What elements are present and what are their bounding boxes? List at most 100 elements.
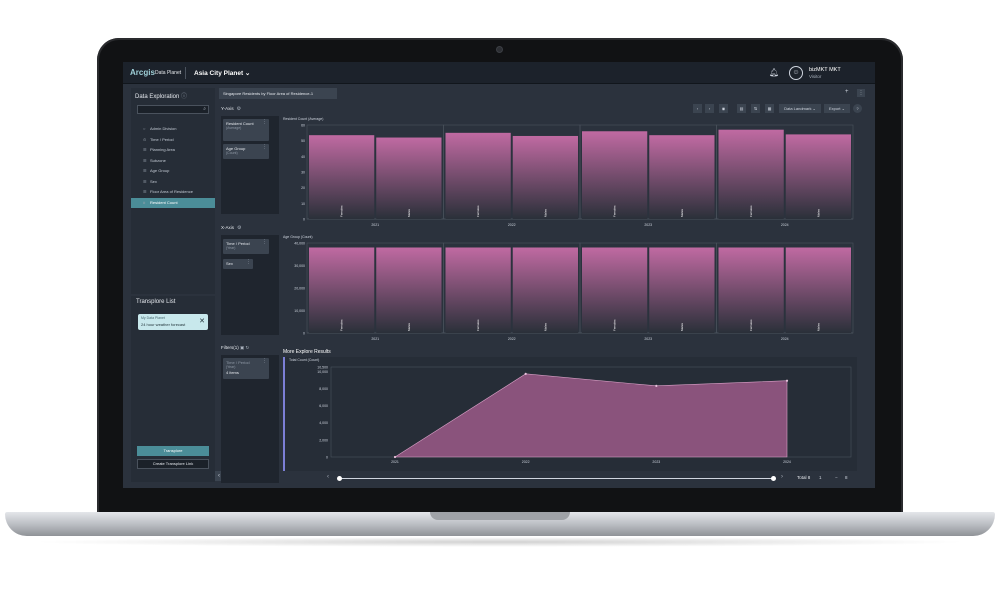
scroll-handle-start[interactable] — [337, 476, 342, 481]
more-vertical-icon[interactable]: ⋮ — [262, 240, 267, 245]
help-button[interactable]: ? — [853, 104, 862, 113]
data-landmark-dropdown[interactable]: Data Landmark ⌄ — [779, 104, 821, 113]
project-selector[interactable]: Asia City Planet ⌄ — [194, 69, 250, 77]
y-tick-label: 20,000 — [294, 287, 305, 291]
y-axis-chip-age-group[interactable]: Age Group (Count) ⋮ — [223, 144, 269, 159]
export-dropdown[interactable]: Export ⌄ — [824, 104, 850, 113]
y-tick-label: 60 — [301, 124, 305, 128]
sidebar-item-resident-count[interactable]: # Resident Count — [131, 197, 215, 208]
bar-category-label: Females — [340, 205, 344, 217]
dimension-tree: ○ Admin Division ⊙ Time / Period ☰ Planning A… — [131, 124, 215, 208]
more-vertical-icon[interactable]: ⋮ — [246, 260, 251, 265]
bar-category-label: Females — [476, 205, 480, 217]
y-tick-label: 20 — [301, 186, 305, 190]
search-icon[interactable]: ⌕ — [203, 106, 206, 112]
data-exploration-panel: Data Exploration ⓘ ⌕ ○ Admin Division ⊙ Tim… — [131, 88, 215, 294]
app-logo[interactable]: Arcgis — [130, 68, 155, 77]
y-tick-label: 8,000 — [319, 387, 328, 391]
scroll-track[interactable] — [339, 478, 773, 479]
sidebar-item-admin-division[interactable]: ○ Admin Division — [131, 124, 215, 135]
avatar[interactable]: ☺ — [789, 66, 803, 80]
gear-icon[interactable]: ⚙ — [237, 106, 241, 112]
table-icon[interactable]: ▦ — [765, 104, 774, 113]
x-axis-drop-zone[interactable]: Time / Period (Year) ⋮ Sex ⋮ — [221, 235, 279, 335]
x-group-label: 2023 — [644, 223, 652, 227]
transplore-card-title: 24 hour weather forecast — [141, 322, 186, 327]
app-logo-subtitle: Data Planet — [155, 70, 182, 76]
dimension-icon: ☰ — [143, 189, 147, 194]
gear-icon[interactable]: ⚙ — [237, 225, 241, 231]
reset-icon[interactable]: ↻ — [246, 345, 250, 350]
x-axis-label: X-Axis ⚙ — [221, 225, 242, 231]
filters-drop-zone[interactable]: Time / Period (Year) 4 items ⋮ — [221, 355, 279, 483]
lightbulb-icon[interactable]: ◉ — [719, 104, 728, 113]
x-axis-chip-sex[interactable]: Sex ⋮ — [223, 259, 253, 269]
x-axis-chip-time-period[interactable]: Time / Period (Year) ⋮ — [223, 239, 269, 254]
tab-bar: Singapore Residents by Floor Area of Res… — [219, 86, 869, 100]
tab-more-button[interactable]: ⋮ — [857, 89, 865, 97]
laptop-frame: Arcgis Data Planet Asia City Planet ⌄ 🔔︎… — [0, 0, 1000, 600]
chevron-right-icon[interactable]: › — [705, 104, 714, 113]
y-axis-drop-zone[interactable]: Resident Count (Average) ⋮ Age Group (Co… — [221, 116, 279, 214]
transplore-card[interactable]: My Data Planet 24 hour weather forecast … — [138, 314, 208, 330]
sidebar-item-age-group[interactable]: ☰ Age Group — [131, 166, 215, 177]
chart-age-group: Age Group (Count) 0 10,000 20,000 30,000 40,… — [283, 235, 857, 347]
more-vertical-icon[interactable]: ⋮ — [262, 145, 267, 150]
laptop-shadow — [30, 537, 970, 547]
sidebar-item-subzone[interactable]: ☰ Subzone — [131, 156, 215, 167]
bar-chart-svg: 0 10,000 20,000 30,000 40,000 Females Males 202… — [294, 242, 854, 341]
bar-category-label: Females — [613, 319, 617, 331]
filter-chip-time-period[interactable]: Time / Period (Year) 4 items ⋮ — [223, 358, 269, 379]
bar-chart-svg: 0 10 20 30 40 50 60 Females Males 2021 Females Male… — [301, 124, 854, 227]
webcam — [496, 46, 503, 53]
chart-type-icon[interactable]: ▤ — [737, 104, 746, 113]
dimension-icon: ⊙ — [143, 136, 147, 142]
bar-category-label: Males — [680, 322, 684, 331]
sidebar-item-sex[interactable]: ☰ Sex — [131, 177, 215, 188]
y-tick-label: 0 — [303, 218, 305, 222]
sidebar-item-planning-area[interactable]: ☰ Planning Area — [131, 145, 215, 156]
user-role: Visitor — [809, 74, 822, 79]
bar-category-label: Males — [543, 208, 547, 217]
close-icon[interactable]: ✕ — [199, 317, 205, 325]
x-group-label: 2024 — [781, 337, 789, 341]
y-tick-label: 2,000 — [319, 438, 328, 442]
bar — [376, 137, 442, 219]
x-axis-label-text: X-Axis — [221, 225, 235, 230]
filters-label: Filters(1) ▣ ↻ — [221, 345, 249, 351]
more-explore-results-title: More Explore Results — [283, 349, 331, 355]
chart-ylabel: Age Group (Count) — [283, 235, 313, 239]
scroll-handle-end[interactable] — [771, 476, 776, 481]
y-tick-label: 50 — [301, 139, 305, 143]
save-icon[interactable]: ▣ — [240, 345, 244, 350]
y-axis-chip-resident-count[interactable]: Resident Count (Average) ⋮ — [223, 119, 269, 141]
page-number[interactable]: 1 — [819, 475, 822, 480]
sidebar-item-label: Resident Count — [150, 199, 178, 205]
create-transplore-link-button[interactable]: Create Transplore Link — [137, 459, 209, 469]
bar — [649, 247, 715, 333]
sidebar-item-time-period[interactable]: ⊙ Time / Period — [131, 135, 215, 146]
y-tick-label: 40,000 — [294, 242, 305, 246]
page-size[interactable]: 8 — [845, 475, 848, 480]
dimension-icon: ☰ — [143, 157, 147, 163]
search-input[interactable]: ⌕ — [137, 105, 209, 114]
bar-category-label: Males — [543, 322, 547, 331]
user-name[interactable]: bizMKT MKT — [809, 67, 841, 73]
add-tab-button[interactable]: + — [845, 89, 849, 95]
top-bar: Arcgis Data Planet Asia City Planet ⌄ 🔔︎… — [123, 62, 875, 84]
more-vertical-icon[interactable]: ⋮ — [262, 359, 267, 364]
bell-icon[interactable]: 🔔︎ — [769, 68, 779, 77]
sidebar-item-floor-area-of-residence[interactable]: ☰ Floor Area of Residence — [131, 187, 215, 198]
dimension-icon: ☰ — [143, 168, 147, 173]
more-vertical-icon[interactable]: ⋮ — [262, 120, 267, 125]
bar — [512, 135, 578, 219]
transplore-button[interactable]: Transplore — [137, 446, 209, 456]
chevron-left-icon[interactable]: ‹ — [327, 474, 329, 480]
y-tick-label: 10 — [301, 202, 305, 206]
tab-active[interactable]: Singapore Residents by Floor Area of Res… — [219, 88, 337, 99]
chevron-left-icon[interactable]: ‹ — [693, 104, 702, 113]
chevron-right-icon[interactable]: › — [781, 474, 783, 480]
minus-icon[interactable]: − — [835, 475, 838, 480]
sort-icon[interactable]: ⇅ — [751, 104, 760, 113]
info-icon[interactable]: ⓘ — [181, 94, 187, 100]
